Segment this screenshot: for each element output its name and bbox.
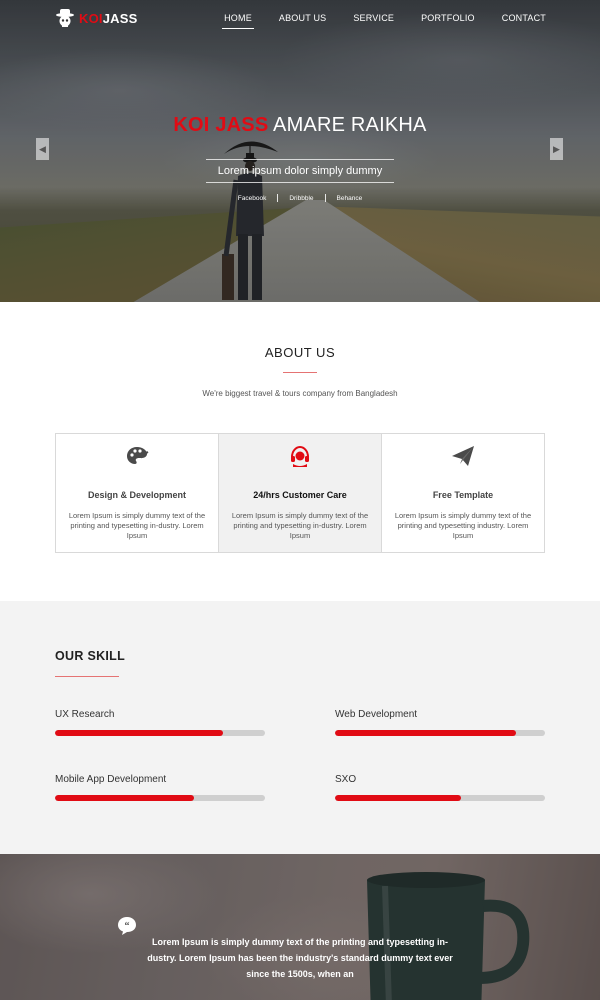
service-card[interactable]: Free Template Lorem Ipsum is simply dumm… [382,434,544,552]
nav-portfolio[interactable]: PORTFOLIO [421,12,475,24]
skill-label: Web Development [335,709,418,720]
service-card-text: Lorem Ipsum is simply dummy text of the … [231,511,369,540]
quote-bubble-icon: “ [118,917,136,935]
testimonial-text: Lorem Ipsum is simply dummy text of the … [147,937,453,979]
about-title: ABOUT US [264,345,336,360]
svg-text:“: “ [125,921,130,932]
skill-item: Mobile App Development [55,774,265,801]
slider-prev-button[interactable]: ◀ [36,138,49,160]
skill-item: UX Research [55,709,265,736]
about-description: We're biggest travel & tours company fro… [202,389,398,398]
skill-progress-fill [335,795,461,801]
paper-plane-icon [452,446,474,466]
skill-progress-track [55,730,265,736]
headset-icon [291,445,309,467]
service-card-title: Free Template [432,490,494,500]
skill-progress-track [335,795,545,801]
skill-progress-fill [335,730,516,736]
social-dribbble-link[interactable]: Dribbble [278,195,324,202]
skill-label: SXO [335,774,357,785]
skill-progress-fill [55,795,194,801]
skill-progress-fill [55,730,223,736]
skill-item: Web Development [335,709,545,736]
chevron-right-icon: ▶ [553,143,560,154]
social-facebook-link[interactable]: Facebook [227,195,278,202]
nav-about-us[interactable]: ABOUT US [279,12,326,24]
service-card[interactable]: 24/hrs Customer Care Lorem Ipsum is simp… [219,434,382,552]
hero-title-white: AMARE RAIKHA [273,114,427,136]
hero-section [0,0,600,302]
skills-title-underline [55,676,119,677]
hero-subtitle: Lorem ipsum dolor simply dummy [217,165,383,177]
skills-title: OUR SKILL [55,649,126,663]
service-card-text: Lorem Ipsum is simply dummy text of the … [68,511,206,540]
nav-home[interactable]: HOME [222,12,254,29]
slider-next-button[interactable]: ▶ [550,138,563,160]
skill-progress-track [55,795,265,801]
service-card-text: Lorem Ipsum is simply dummy text of the … [394,511,532,540]
service-card[interactable]: Design & Development Lorem Ipsum is simp… [56,434,219,552]
skill-item: SXO [335,774,545,801]
hero-title-red: KOI JASS [173,114,269,136]
main-nav: HOME ABOUT US SERVICE PORTFOLIO CONTACT [197,12,546,29]
service-card-title: 24/hrs Customer Care [253,490,347,500]
hero-subtitle-box: Lorem ipsum dolor simply dummy [206,159,394,183]
nav-contact[interactable]: CONTACT [502,12,546,24]
hero-social-links: Facebook Dribbble Behance [0,194,600,202]
social-behance-link[interactable]: Behance [326,195,374,202]
skull-hat-icon [56,9,74,27]
skill-label: Mobile App Development [55,774,167,785]
brand-word-white: JASS [102,10,138,26]
brand-word-red: KOI [79,10,103,26]
service-cards: Design & Development Lorem Ipsum is simp… [55,433,545,553]
palette-icon [127,447,149,464]
skill-label: UX Research [55,709,115,720]
brand-logo[interactable]: KOI JASS [55,7,137,29]
skills-section: OUR SKILL UX Research Web Development Mo… [0,601,600,854]
nav-service[interactable]: SERVICE [353,12,394,24]
chevron-left-icon: ◀ [39,143,46,154]
hero-title: KOI JASS AMARE RAIKHA [0,114,600,137]
about-title-underline [283,372,317,373]
skill-progress-track [335,730,545,736]
service-card-title: Design & Development [87,490,187,500]
